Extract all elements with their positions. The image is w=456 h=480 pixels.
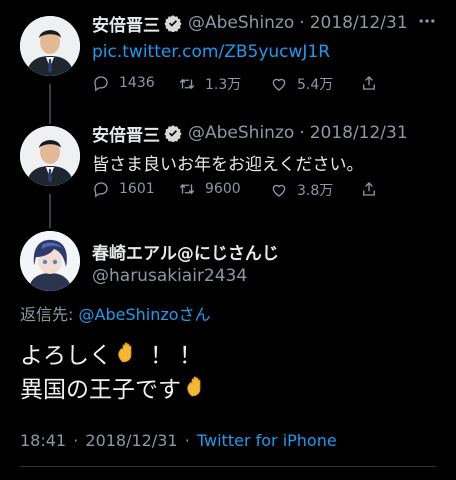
text-segment: 異国の王子です (20, 377, 181, 403)
tweet-time[interactable]: 18:41 (20, 431, 66, 450)
reply-to-label: 返信先: (20, 305, 74, 324)
waving-hand-icon (118, 342, 132, 363)
divider (20, 466, 436, 467)
reply-to: 返信先: @AbeShinzoさん (20, 301, 211, 325)
reply-to-handle[interactable]: @AbeShinzoさん (79, 305, 211, 324)
tweet-date[interactable]: 2018/12/31 (85, 431, 177, 450)
avatar-harusaki[interactable] (20, 231, 80, 291)
main-tweet: 春崎エアル@にじさんじ @harusakiair2434 返信先: @AbeSh… (0, 0, 456, 480)
tweet-source[interactable]: Twitter for iPhone (197, 431, 337, 450)
tweet-meta-footer: 18:41 · 2018/12/31 · Twitter for iPhone (20, 431, 337, 450)
separator-dot: · (73, 431, 79, 450)
author-name[interactable]: 春崎エアル@にじさんじ (92, 239, 279, 264)
tweet-text-line-2: 異国の王子です (20, 370, 211, 404)
waving-hand-icon (187, 376, 201, 397)
text-segment: ！！ (150, 343, 208, 369)
tweet-text-line-1: よろしく ！！ (20, 336, 208, 370)
author-handle[interactable]: @harusakiair2434 (92, 266, 247, 286)
separator-dot: · (184, 431, 190, 450)
text-segment: よろしく (20, 343, 112, 369)
